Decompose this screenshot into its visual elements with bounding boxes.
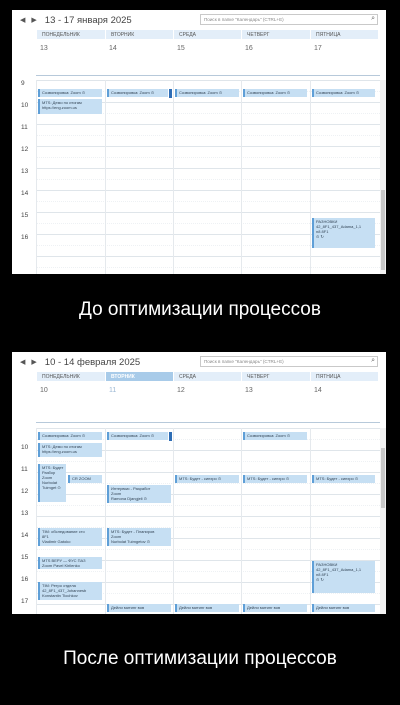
day-number: 12: [177, 387, 185, 394]
calendar-event[interactable]: Созвонировка: Zoom ⊙: [107, 432, 168, 440]
search-icon[interactable]: ⌕: [371, 357, 375, 365]
calendar-event[interactable]: MTS: Будет Разбор Zoom Nurbolat Tuimget …: [38, 464, 66, 502]
calendar-event[interactable]: MTS: Будет - синхро ⊙: [312, 475, 375, 483]
selection-marker: [169, 89, 172, 98]
hour-label: 11: [21, 466, 28, 473]
hour-label: 15: [21, 554, 29, 561]
search-placeholder: Поиск в папке "Календарь" (CTRL+E): [204, 359, 284, 364]
day-number: 17: [314, 45, 322, 52]
calendar-event[interactable]: MTS: Демо по итогам https://eng.zoom.us: [38, 443, 102, 457]
calendar-event[interactable]: MTS: Будет - синхро ⊙: [243, 475, 307, 483]
hour-label: 12: [21, 488, 29, 495]
day-header-thursday[interactable]: ЧЕТВЕРГ: [241, 30, 310, 39]
calendar-event[interactable]: CR ZOOM: [68, 475, 102, 483]
calendar-event[interactable]: Дейли митинг вов: [243, 604, 307, 612]
calendar-event[interactable]: MTS: Будет - синхро ⊙: [175, 475, 239, 483]
calendar-event[interactable]: Интервью - Разработ Zoom Ramona Djangjel…: [107, 485, 171, 503]
calendar-event[interactable]: TIM: Ретро отдела 42_8F1_437_Johannesb K…: [38, 582, 102, 600]
day-number: 14: [109, 45, 117, 52]
calendar-event[interactable]: РАЗНОВКИ 42_8F1_437_Adama_1,1 n8 8F1 ⊙ ↻: [312, 561, 375, 593]
all-day-separator: [36, 75, 380, 76]
calendar-event[interactable]: Созвонировка: Zoom ⊙: [243, 89, 307, 97]
calendar-after: ◀ ▶ 10 - 14 февраля 2025 Поиск в папке "…: [12, 352, 386, 614]
day-number: 11: [109, 387, 117, 394]
day-number: 15: [177, 45, 185, 52]
date-range-title: 13 - 17 января 2025: [44, 14, 132, 26]
day-number: 13: [40, 45, 48, 52]
hour-label: 13: [21, 510, 29, 517]
day-number: 13: [245, 387, 253, 394]
hour-label: 16: [21, 576, 29, 583]
hour-label: 15: [21, 212, 29, 219]
next-week-icon[interactable]: ▶: [31, 16, 36, 24]
hour-label: 13: [21, 168, 29, 175]
calendar-event[interactable]: Дейли митинг вов: [312, 604, 375, 612]
caption-after: После оптимизации процессов: [63, 648, 337, 669]
calendar-before: ◀ ▶ 13 - 17 января 2025 Поиск в папке "К…: [12, 10, 386, 274]
hour-label: 10: [21, 444, 29, 451]
calendar-event[interactable]: MTS: Будет - Планиров Zoom Nurbolat Tuim…: [107, 528, 171, 546]
calendar-event[interactable]: Созвонировка: Zoom ⊙: [175, 89, 239, 97]
day-header-monday[interactable]: ПОНЕДЕЛЬНИК: [36, 30, 105, 39]
prev-week-icon[interactable]: ◀: [20, 358, 25, 366]
all-day-separator: [36, 422, 380, 423]
hour-label: 14: [21, 190, 29, 197]
calendar-event[interactable]: РАЗНОВКИ 42_8F1_437_Adama_1,1 n8 8F1 ⊙ ↻: [312, 218, 375, 248]
day-header-tuesday[interactable]: ВТОРНИК: [105, 372, 173, 381]
search-placeholder: Поиск в папке "Календарь" (CTRL+E): [204, 17, 284, 22]
calendar-event[interactable]: MTS: Демо по итогам https://eng.zoom.us: [38, 99, 102, 114]
calendar-event[interactable]: Дейли митинг вов: [175, 604, 239, 612]
prev-week-icon[interactable]: ◀: [20, 16, 25, 24]
selection-marker: [169, 432, 172, 441]
calendar-event[interactable]: Созвонировка: Zoom ⊙: [107, 89, 168, 97]
hour-label: 16: [21, 234, 29, 241]
day-header-wednesday[interactable]: СРЕДА: [173, 372, 241, 381]
day-header-wednesday[interactable]: СРЕДА: [173, 30, 241, 39]
day-header-monday[interactable]: ПОНЕДЕЛЬНИК: [36, 372, 105, 381]
date-range-title: 10 - 14 февраля 2025: [44, 356, 141, 368]
day-number: 14: [314, 387, 322, 394]
day-number: 10: [40, 387, 48, 394]
search-input[interactable]: Поиск в папке "Календарь" (CTRL+E) ⌕: [200, 14, 378, 25]
day-header-tuesday[interactable]: ВТОРНИК: [105, 30, 173, 39]
day-header-thursday[interactable]: ЧЕТВЕРГ: [241, 372, 310, 381]
search-icon[interactable]: ⌕: [371, 15, 375, 23]
caption-before: До оптимизации процессов: [79, 299, 321, 320]
hour-label: 10: [21, 102, 29, 109]
calendar-event[interactable]: Созвонировка: Zoom ⊙: [38, 432, 102, 440]
calendar-event[interactable]: TIM: обследование сто 8F1 Vladimir Gatok…: [38, 528, 102, 546]
search-input[interactable]: Поиск в папке "Календарь" (CTRL+E) ⌕: [200, 356, 378, 367]
hour-label: 11: [21, 124, 28, 131]
day-number: 16: [245, 45, 253, 52]
day-header-friday[interactable]: ПЯТНИЦА: [310, 372, 378, 381]
scrollbar[interactable]: [380, 428, 386, 614]
scrollbar[interactable]: [380, 80, 386, 274]
calendar-event[interactable]: MTS ВЕРУ — ФУС ПАЗ Zoom Pavel Kirilenko: [38, 557, 102, 569]
hour-label: 14: [21, 532, 29, 539]
calendar-event[interactable]: Созвонировка: Zoom ⊙: [312, 89, 375, 97]
hour-label: 12: [21, 146, 29, 153]
calendar-event[interactable]: Дейли митинг вов: [107, 604, 171, 612]
scrollbar-thumb[interactable]: [381, 190, 385, 270]
day-header-friday[interactable]: ПЯТНИЦА: [310, 30, 378, 39]
hour-label: 9: [21, 80, 25, 87]
calendar-event[interactable]: Созвонировка: Zoom ⊙: [38, 89, 102, 97]
calendar-event[interactable]: Созвонировка: Zoom ⊙: [243, 432, 307, 440]
scrollbar-thumb[interactable]: [381, 448, 385, 508]
hour-label: 17: [21, 598, 29, 605]
next-week-icon[interactable]: ▶: [31, 358, 36, 366]
